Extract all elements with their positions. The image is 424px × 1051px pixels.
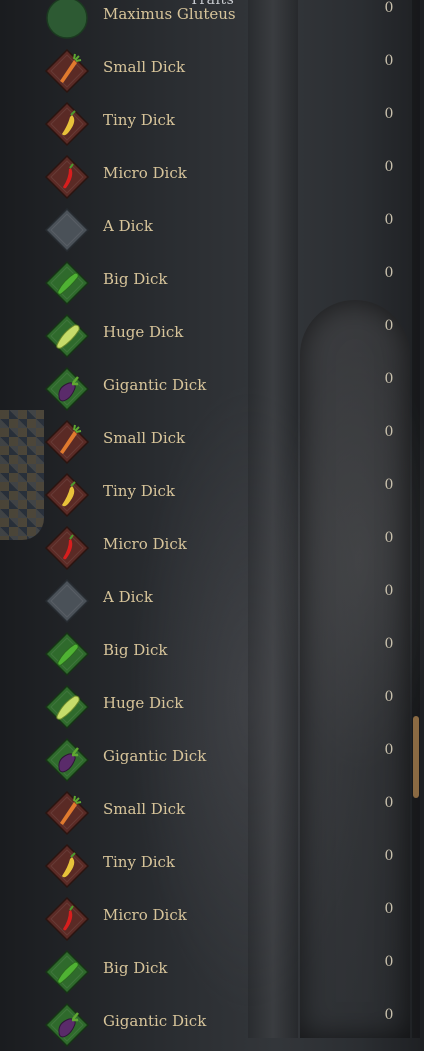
- trait-row[interactable]: Micro Dick 0: [0, 892, 410, 945]
- yellow-pepper-icon: [44, 843, 90, 889]
- eggplant-icon: [44, 366, 90, 412]
- trait-value: 0: [384, 106, 394, 122]
- zucchini-icon: [44, 313, 90, 359]
- trait-value: 0: [384, 477, 394, 493]
- trait-label: Micro Dick: [103, 164, 187, 182]
- trait-value: 0: [384, 265, 394, 281]
- trait-label: Gigantic Dick: [103, 376, 207, 394]
- cucumber-icon: [44, 949, 90, 995]
- trait-row[interactable]: Big Dick 0: [0, 256, 410, 309]
- red-chili-icon: [44, 896, 90, 942]
- trait-value: 0: [384, 954, 394, 970]
- zucchini-icon: [44, 684, 90, 730]
- trait-value: 0: [384, 212, 394, 228]
- trait-value: 0: [384, 53, 394, 69]
- trait-value: 0: [384, 371, 394, 387]
- trait-row[interactable]: Huge Dick 0: [0, 309, 410, 362]
- red-chili-icon: [44, 154, 90, 200]
- trait-row[interactable]: Micro Dick 0: [0, 521, 410, 574]
- trait-row[interactable]: Maximus Gluteus 0: [0, 0, 410, 44]
- trait-label: Tiny Dick: [103, 111, 176, 129]
- trait-row[interactable]: Gigantic Dick 0: [0, 733, 410, 786]
- trait-value: 0: [384, 795, 394, 811]
- yellow-pepper-icon: [44, 101, 90, 147]
- trait-label: A Dick: [103, 588, 153, 606]
- eggplant-icon: [44, 1002, 90, 1048]
- trait-label: Small Dick: [103, 429, 186, 447]
- trait-value: 0: [384, 901, 394, 917]
- trait-value: 0: [384, 583, 394, 599]
- trait-label: Big Dick: [103, 270, 168, 288]
- trait-value: 0: [384, 0, 394, 16]
- trait-label: Big Dick: [103, 959, 168, 977]
- trait-label: Small Dick: [103, 58, 186, 76]
- trait-value: 0: [384, 424, 394, 440]
- trait-row[interactable]: Micro Dick 0: [0, 150, 410, 203]
- red-chili-icon: [44, 525, 90, 571]
- yellow-pepper-icon: [44, 472, 90, 518]
- trait-label: Small Dick: [103, 800, 186, 818]
- trait-row[interactable]: Huge Dick 0: [0, 680, 410, 733]
- blank-diamond-icon: [44, 207, 90, 253]
- cucumber-icon: [44, 260, 90, 306]
- trait-row[interactable]: Big Dick 0: [0, 945, 410, 998]
- trait-value: 0: [384, 1007, 394, 1023]
- trait-label: A Dick: [103, 217, 153, 235]
- carrot-icon: [44, 48, 90, 94]
- trait-row[interactable]: Gigantic Dick 0: [0, 998, 410, 1051]
- scrollbar-track[interactable]: [412, 0, 420, 1038]
- trait-row[interactable]: Tiny Dick 0: [0, 839, 410, 892]
- trait-value: 0: [384, 159, 394, 175]
- trait-row[interactable]: Small Dick 0: [0, 415, 410, 468]
- trait-row[interactable]: Small Dick 0: [0, 786, 410, 839]
- trait-label: Big Dick: [103, 641, 168, 659]
- trait-row[interactable]: Big Dick 0: [0, 627, 410, 680]
- scrollbar-thumb[interactable]: [413, 716, 419, 798]
- trait-row[interactable]: A Dick 0: [0, 574, 410, 627]
- trait-label: Micro Dick: [103, 906, 187, 924]
- trait-row[interactable]: Tiny Dick 0: [0, 468, 410, 521]
- trait-row[interactable]: Small Dick 0: [0, 44, 410, 97]
- trait-row[interactable]: Tiny Dick 0: [0, 97, 410, 150]
- trait-label: Maximus Gluteus: [103, 5, 236, 23]
- blank-diamond-icon: [44, 578, 90, 624]
- trait-label: Huge Dick: [103, 323, 184, 341]
- trait-label: Micro Dick: [103, 535, 187, 553]
- cucumber-icon: [44, 631, 90, 677]
- trait-value: 0: [384, 530, 394, 546]
- trait-label: Gigantic Dick: [103, 1012, 207, 1030]
- trait-label: Huge Dick: [103, 694, 184, 712]
- trait-row[interactable]: A Dick 0: [0, 203, 410, 256]
- round-green-icon: [44, 0, 90, 41]
- trait-value: 0: [384, 636, 394, 652]
- trait-row[interactable]: Gigantic Dick 0: [0, 362, 410, 415]
- trait-label: Tiny Dick: [103, 853, 176, 871]
- trait-label: Gigantic Dick: [103, 747, 207, 765]
- trait-value: 0: [384, 848, 394, 864]
- eggplant-icon: [44, 737, 90, 783]
- carrot-icon: [44, 419, 90, 465]
- trait-value: 0: [384, 689, 394, 705]
- trait-value: 0: [384, 318, 394, 334]
- carrot-icon: [44, 790, 90, 836]
- trait-value: 0: [384, 742, 394, 758]
- trait-label: Tiny Dick: [103, 482, 176, 500]
